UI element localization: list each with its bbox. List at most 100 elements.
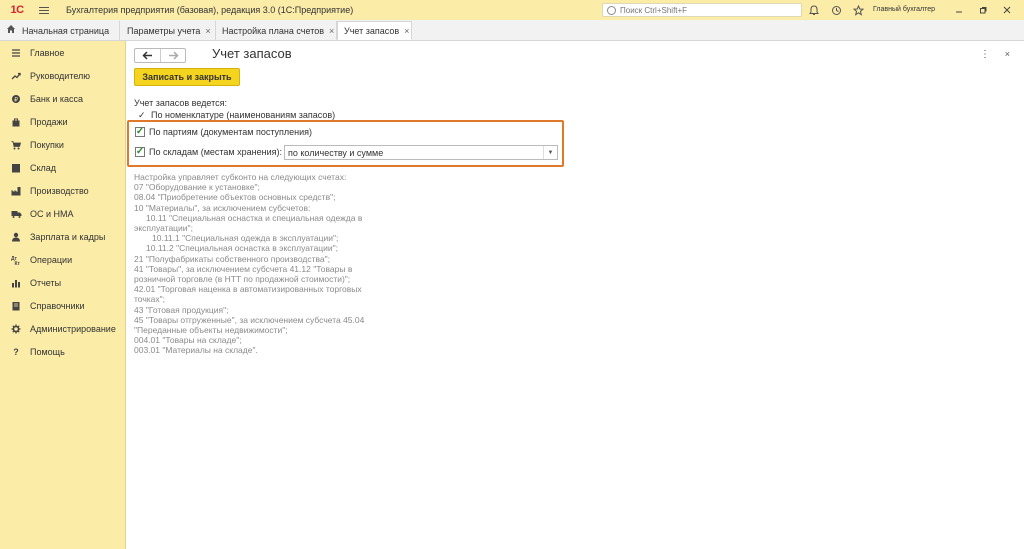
main-menu-icon[interactable] [34,0,54,20]
nomenclature-label: По номенклатуре (наименованиям запасов) [151,110,336,120]
info-line: 45 "Товары отгруженные", за исключением … [134,314,365,325]
checkbox-check-icon: ✓ [135,126,145,137]
sidebar-item-label: Главное [30,48,65,58]
batches-label: По партиям (документам поступления) [149,127,313,137]
sidebar-item-label: Склад [30,163,57,173]
info-line: 43 "Готовая продукция"; [134,304,229,315]
more-icon[interactable]: ⋮ [980,49,990,60]
app-title: Бухгалтерия предприятия (базовая), редак… [66,5,354,15]
minimize-icon[interactable] [951,2,967,18]
tab-inventory-accounting[interactable]: Учет запасов × [337,21,412,40]
sidebar-item-director[interactable]: Руководителю [0,66,126,86]
info-line: 10 "Материалы", за исключением субсчетов… [134,202,311,213]
back-arrow-icon[interactable] [135,49,160,62]
sidebar-item-help[interactable]: ? Помощь [0,342,126,362]
tab-close-icon[interactable]: × [404,26,409,36]
info-line: 10.11.1 "Специальная одежда в эксплуатац… [152,233,339,244]
sidebar-item-reports[interactable]: Отчеты [0,273,126,293]
search-icon [607,5,616,15]
window-close-icon[interactable] [999,2,1015,18]
batches-checkbox[interactable]: ✓ [135,127,145,137]
sidebar-item-references[interactable]: Справочники [0,296,126,316]
help-icon: ? [13,347,19,357]
form-area: Учет запасов ⋮ × Записать и закрыть Учет… [127,41,1024,549]
sidebar-item-sales[interactable]: Продажи [0,112,126,132]
forward-arrow-icon[interactable] [160,49,185,62]
sidebar-item-label: Помощь [30,347,65,357]
info-line: Настройка управляет субконто на следующи… [134,172,347,182]
form-title: Учет запасов [212,46,292,61]
info-line: точках"; [134,294,166,305]
info-line: 10.11 "Специальная оснастка и специальна… [146,212,363,223]
warehouses-select[interactable]: по количеству и сумме ▼ [284,145,558,160]
tab-label: Настройка плана счетов [222,25,325,36]
star-icon[interactable] [850,2,866,18]
tab-close-icon[interactable]: × [205,26,210,36]
titlebar-actions [806,0,866,20]
warehouses-label: По складам (местам хранения): [149,147,282,157]
tabs-bar: Начальная страница Параметры учета × Нас… [0,20,1024,41]
book-icon [10,300,22,312]
chart-icon [10,277,22,289]
sidebar-item-operations[interactable]: Дт Кт Операции [0,250,126,270]
sidebar-item-main[interactable]: Главное [0,43,126,63]
coin-icon: ₽ [10,93,22,105]
accounting-label: Учет запасов ведется: [134,98,227,108]
sidebar-item-warehouse[interactable]: Склад [0,158,126,178]
form-close-icon[interactable]: × [1005,49,1010,59]
search-input[interactable] [620,5,790,15]
operations-icon: Дт Кт [10,254,22,266]
sidebar-item-label: Зарплата и кадры [30,232,106,242]
info-line: 21 "Полуфабрикаты собственного производс… [134,253,331,264]
checkbox-check-icon: ✓ [135,146,145,157]
dropdown-arrow-icon[interactable]: ▼ [543,146,557,159]
tab-accounting-params[interactable]: Параметры учета × [121,21,216,40]
home-icon [6,24,16,37]
sidebar-item-salary[interactable]: Зарплата и кадры [0,227,126,247]
logo-text: 1С [10,4,24,16]
info-line: 41 "Товары", за исключением субсчета 41.… [134,263,353,274]
bag-icon [10,116,22,128]
user-name[interactable]: Главный бухгалтер [873,6,935,13]
tab-label: Учет запасов [344,25,400,36]
history-icon[interactable] [828,2,844,18]
info-line: 003.01 "Материалы на складе". [134,345,258,356]
sidebar: Главное Руководителю ₽ Банк и касса Прод… [0,41,126,549]
sidebar-item-label: Администрирование [30,324,116,334]
info-line: 42.01 "Торговая наценка в автоматизирова… [134,284,362,295]
cart-icon [10,139,22,151]
menu-icon [10,47,22,59]
sidebar-item-label: Операции [30,255,73,265]
user-icon [10,231,22,243]
warehouses-checkbox[interactable]: ✓ [135,147,145,157]
tab-home[interactable]: Начальная страница [0,21,120,40]
title-bar: 1С Бухгалтерия предприятия (базовая), ре… [0,0,1024,20]
tab-chart-of-accounts[interactable]: Настройка плана счетов × [216,21,337,40]
info-line: "Переданные объекты недвижимости"; [134,325,288,336]
select-value: по количеству и сумме [288,147,384,158]
sidebar-item-fixed-assets[interactable]: ОС и НМА [0,204,126,224]
sidebar-item-label: Производство [30,186,89,196]
restore-icon[interactable] [975,2,991,18]
search-box[interactable] [602,3,802,17]
tab-label: Начальная страница [22,25,110,36]
sidebar-item-bank[interactable]: ₽ Банк и касса [0,89,126,109]
sidebar-item-label: Справочники [30,301,85,311]
sidebar-item-label: Банк и касса [30,94,83,104]
tab-label: Параметры учета [127,25,201,36]
sidebar-item-production[interactable]: Производство [0,181,126,201]
sidebar-item-purchases[interactable]: Покупки [0,135,126,155]
factory-icon [10,185,22,197]
info-line: 08.04 "Приобретение объектов основных ср… [134,192,336,203]
trend-icon [10,70,22,82]
info-text: Настройка управляет субконто на следующи… [134,172,394,356]
info-line: розничной торговле (в НТТ по продажной с… [134,274,351,285]
tab-close-icon[interactable]: × [329,26,334,36]
sidebar-item-admin[interactable]: Администрирование [0,319,126,339]
info-line: 07 "Оборудование к установке"; [134,182,260,193]
1c-logo[interactable]: 1С [6,0,28,20]
sidebar-item-label: Отчеты [30,278,62,288]
bell-icon[interactable] [806,2,822,18]
save-and-close-button[interactable]: Записать и закрыть [134,68,240,86]
sidebar-item-label: Покупки [30,140,64,150]
